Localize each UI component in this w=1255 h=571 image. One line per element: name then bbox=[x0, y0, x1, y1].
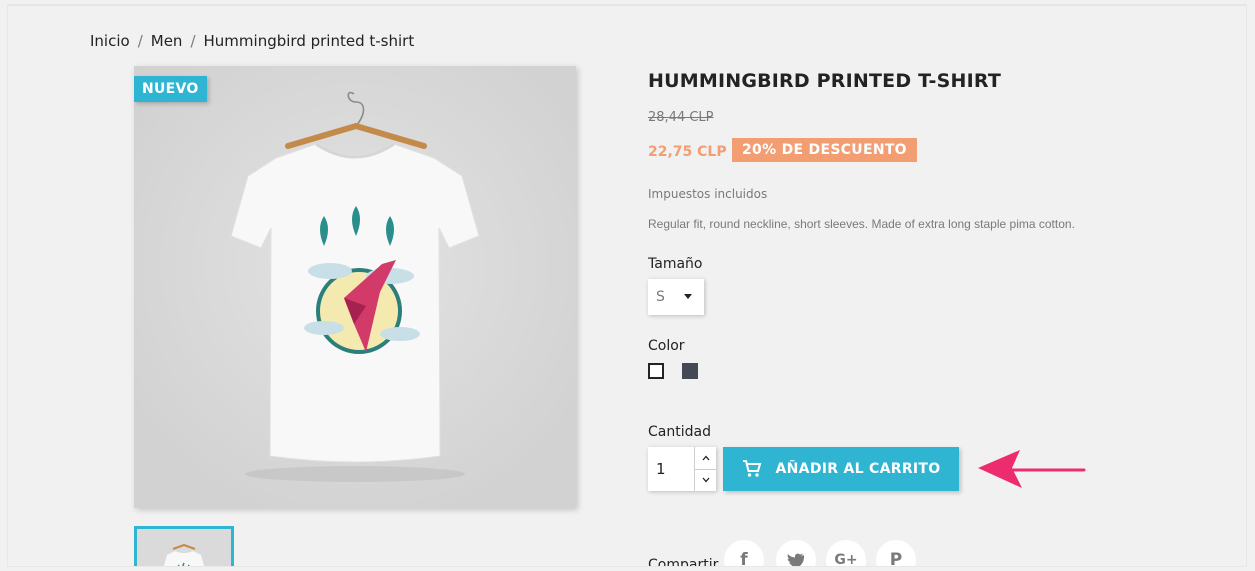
size-selected-value: S bbox=[656, 289, 665, 305]
tshirt-image bbox=[134, 66, 576, 508]
pinterest-share-button[interactable]: P bbox=[876, 540, 916, 566]
chevron-up-icon bbox=[702, 455, 709, 461]
facebook-icon: f bbox=[740, 550, 748, 566]
arrow-annotation-icon bbox=[978, 450, 1086, 488]
size-select[interactable]: S bbox=[648, 279, 704, 315]
share-label: Compartir bbox=[648, 557, 719, 566]
caret-down-icon bbox=[684, 294, 692, 299]
quantity-decrease-button[interactable] bbox=[695, 468, 716, 492]
breadcrumb-home[interactable]: Inicio bbox=[90, 32, 130, 50]
color-swatch-grey[interactable] bbox=[682, 363, 698, 379]
product-description: Regular fit, round neckline, short sleev… bbox=[648, 217, 1075, 231]
twitter-share-button[interactable] bbox=[776, 540, 816, 566]
add-to-cart-button[interactable]: AÑADIR AL CARRITO bbox=[723, 447, 959, 491]
product-page: Inicio / Men / Hummingbird printed t-shi… bbox=[8, 5, 1246, 566]
color-label: Color bbox=[648, 338, 685, 354]
breadcrumb-category[interactable]: Men bbox=[151, 32, 183, 50]
facebook-share-button[interactable]: f bbox=[724, 540, 764, 566]
color-swatch-white[interactable] bbox=[648, 363, 664, 379]
breadcrumb-separator: / bbox=[190, 32, 196, 50]
tax-label: Impuestos incluidos bbox=[648, 187, 768, 201]
cart-icon bbox=[742, 460, 761, 477]
breadcrumb: Inicio / Men / Hummingbird printed t-shi… bbox=[90, 32, 414, 50]
twitter-icon bbox=[787, 553, 804, 566]
current-price: 22,75 CLP bbox=[648, 144, 727, 160]
quantity-input[interactable] bbox=[648, 447, 694, 491]
breadcrumb-current[interactable]: Hummingbird printed t-shirt bbox=[204, 32, 415, 50]
thumbnail-image bbox=[137, 529, 231, 566]
chevron-down-icon bbox=[702, 477, 709, 483]
product-title: HUMMINGBIRD PRINTED T-SHIRT bbox=[648, 70, 1001, 92]
google-plus-icon: G+ bbox=[834, 552, 858, 566]
size-label: Tamaño bbox=[648, 256, 703, 272]
quantity-stepper bbox=[648, 447, 716, 491]
quantity-arrows bbox=[694, 447, 716, 491]
regular-price: 28,44 CLP bbox=[648, 110, 714, 125]
breadcrumb-separator: / bbox=[137, 32, 143, 50]
product-thumbnail[interactable] bbox=[134, 526, 234, 566]
quantity-increase-button[interactable] bbox=[695, 447, 716, 469]
product-main-image[interactable]: NUEVO bbox=[134, 66, 576, 508]
pinterest-icon: P bbox=[889, 550, 903, 566]
add-to-cart-label: AÑADIR AL CARRITO bbox=[775, 461, 941, 477]
quantity-label: Cantidad bbox=[648, 424, 711, 440]
new-badge: NUEVO bbox=[134, 76, 207, 102]
google-plus-share-button[interactable]: G+ bbox=[826, 540, 866, 566]
discount-badge: 20% DE DESCUENTO bbox=[732, 138, 917, 162]
